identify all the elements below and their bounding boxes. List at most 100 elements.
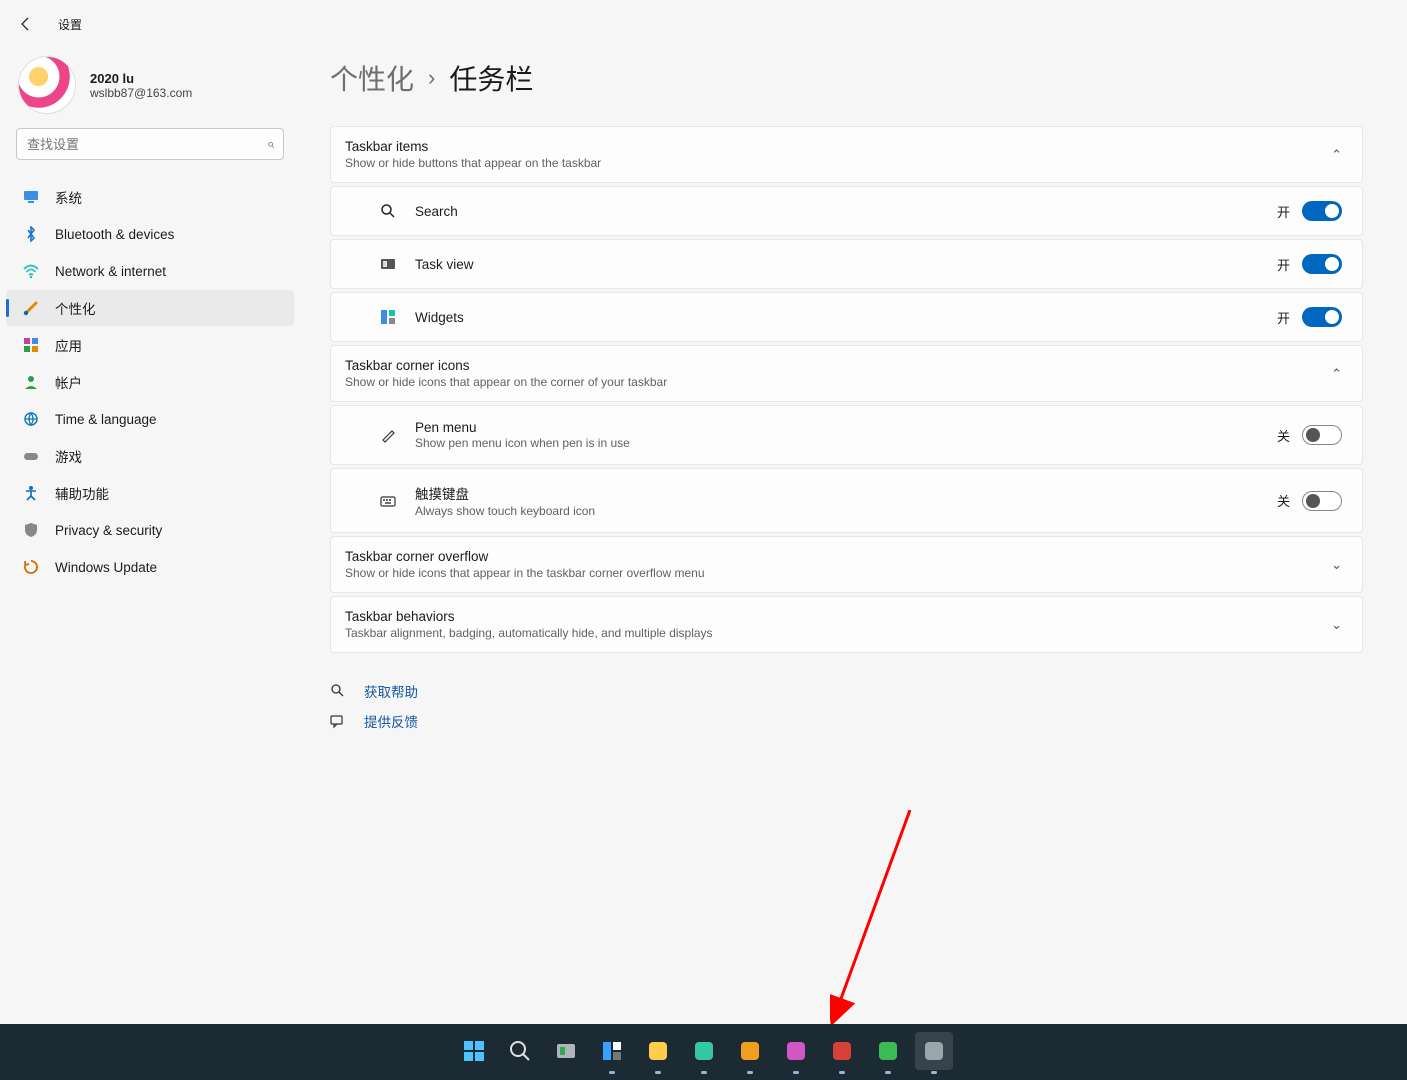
- pen-icon: [379, 426, 397, 444]
- setting-title: Pen menu: [415, 420, 630, 435]
- search-icon: [379, 202, 397, 220]
- monitor-icon: [22, 188, 40, 206]
- setting-row-pen: Pen menu Show pen menu icon when pen is …: [330, 405, 1363, 465]
- main-content: 个性化 › 任务栏 Taskbar items Show or hide but…: [300, 48, 1407, 1080]
- taskbar-items-rows: Search 开 Task view 开 Widgets: [330, 186, 1363, 342]
- taskbar-chrome[interactable]: [731, 1032, 769, 1070]
- taskbar-chrome-alt[interactable]: [869, 1032, 907, 1070]
- section-subtitle: Show or hide buttons that appear on the …: [345, 156, 601, 170]
- bluetooth-icon: [22, 225, 40, 243]
- toggle-pen[interactable]: [1302, 425, 1342, 445]
- breadcrumb-parent[interactable]: 个性化: [330, 58, 414, 98]
- toggle-state-label: 开: [1277, 255, 1290, 274]
- sidebar-item-time[interactable]: Time & language: [6, 401, 294, 437]
- accessibility-icon: [22, 484, 40, 502]
- chevron-up-icon: ⌃: [1331, 147, 1342, 163]
- section-behaviors-header[interactable]: Taskbar behaviors Taskbar alignment, bad…: [331, 597, 1362, 652]
- setting-title: Widgets: [415, 310, 464, 325]
- taskview-icon: [379, 255, 397, 273]
- feedback-icon: [330, 713, 348, 729]
- get-help-link[interactable]: 获取帮助: [330, 681, 1363, 701]
- person-icon: [22, 373, 40, 391]
- user-name: 2020 lu: [90, 71, 192, 86]
- setting-row-widgets: Widgets 开: [330, 292, 1363, 342]
- taskbar-paint[interactable]: [777, 1032, 815, 1070]
- setting-desc: Show pen menu icon when pen is in use: [415, 436, 630, 450]
- taskbar-file-explorer[interactable]: [639, 1032, 677, 1070]
- taskbar-app-red[interactable]: [823, 1032, 861, 1070]
- chevron-up-icon: ⌃: [1331, 366, 1342, 382]
- update-icon: [22, 558, 40, 576]
- avatar: [18, 56, 76, 114]
- section-overflow: Taskbar corner overflow Show or hide ico…: [330, 536, 1363, 593]
- setting-row-touch: 触摸键盘 Always show touch keyboard icon 关: [330, 468, 1363, 533]
- chevron-right-icon: ›: [428, 65, 435, 91]
- sidebar-item-accessibility[interactable]: 辅助功能: [6, 475, 294, 511]
- sidebar-item-update[interactable]: Windows Update: [6, 549, 294, 585]
- sidebar-item-network[interactable]: Network & internet: [6, 253, 294, 289]
- toggle-widgets[interactable]: [1302, 307, 1342, 327]
- widgets-icon: [379, 308, 397, 326]
- sidebar-item-label: 个性化: [55, 298, 96, 318]
- section-overflow-header[interactable]: Taskbar corner overflow Show or hide ico…: [331, 537, 1362, 592]
- section-subtitle: Show or hide icons that appear on the co…: [345, 375, 667, 389]
- sidebar-item-gaming[interactable]: 游戏: [6, 438, 294, 474]
- section-taskbar-items-header[interactable]: Taskbar items Show or hide buttons that …: [331, 127, 1362, 182]
- taskbar-settings[interactable]: [915, 1032, 953, 1070]
- sidebar-item-apps[interactable]: 应用: [6, 327, 294, 363]
- section-subtitle: Show or hide icons that appear in the ta…: [345, 566, 705, 580]
- give-feedback-link[interactable]: 提供反馈: [330, 711, 1363, 731]
- setting-title: 触摸键盘: [415, 483, 595, 503]
- sidebar-item-label: Windows Update: [55, 560, 157, 575]
- taskbar-taskview[interactable]: [547, 1032, 585, 1070]
- chevron-down-icon: ⌄: [1331, 557, 1342, 573]
- taskbar-start[interactable]: [455, 1032, 493, 1070]
- setting-row-taskview: Task view 开: [330, 239, 1363, 289]
- sidebar-item-label: 系统: [55, 187, 82, 207]
- toggle-state-label: 关: [1277, 491, 1290, 510]
- help-icon: [330, 683, 348, 699]
- toggle-state-label: 开: [1277, 202, 1290, 221]
- sidebar-item-label: 游戏: [55, 446, 82, 466]
- sidebar-item-system[interactable]: 系统: [6, 179, 294, 215]
- window-title: 设置: [58, 16, 82, 33]
- sidebar-item-personalization[interactable]: 个性化: [6, 290, 294, 326]
- taskbar-widgets[interactable]: [593, 1032, 631, 1070]
- sidebar-item-label: 应用: [55, 335, 82, 355]
- search-icon: ⌕: [267, 136, 274, 152]
- sidebar-item-label: Network & internet: [55, 264, 166, 279]
- section-corner-icons-header[interactable]: Taskbar corner icons Show or hide icons …: [331, 346, 1362, 401]
- keyboard-icon: [379, 492, 397, 510]
- brush-icon: [22, 299, 40, 317]
- sidebar-item-privacy[interactable]: Privacy & security: [6, 512, 294, 548]
- section-taskbar-items: Taskbar items Show or hide buttons that …: [330, 126, 1363, 183]
- sidebar-item-bluetooth[interactable]: Bluetooth & devices: [6, 216, 294, 252]
- setting-title: Task view: [415, 257, 474, 272]
- nav-list: 系统 Bluetooth & devices Network & interne…: [0, 172, 300, 585]
- section-corner-icons: Taskbar corner icons Show or hide icons …: [330, 345, 1363, 402]
- toggle-taskview[interactable]: [1302, 254, 1342, 274]
- section-behaviors: Taskbar behaviors Taskbar alignment, bad…: [330, 596, 1363, 653]
- user-profile[interactable]: 2020 lu wslbb87@163.com: [0, 48, 300, 128]
- gamepad-icon: [22, 447, 40, 465]
- taskbar-search[interactable]: [501, 1032, 539, 1070]
- sidebar-item-label: Time & language: [55, 412, 157, 427]
- toggle-state-label: 开: [1277, 308, 1290, 327]
- link-label: 获取帮助: [364, 681, 418, 701]
- globe-icon: [22, 410, 40, 428]
- breadcrumb-current: 任务栏: [449, 58, 533, 98]
- sidebar-item-accounts[interactable]: 帐户: [6, 364, 294, 400]
- chevron-down-icon: ⌄: [1331, 617, 1342, 633]
- back-button[interactable]: [14, 12, 38, 36]
- shield-icon: [22, 521, 40, 539]
- search-input[interactable]: [16, 128, 284, 160]
- toggle-touch[interactable]: [1302, 491, 1342, 511]
- toggle-search[interactable]: [1302, 201, 1342, 221]
- section-title: Taskbar corner icons: [345, 358, 667, 373]
- taskbar: [0, 1024, 1407, 1080]
- sidebar-item-label: Bluetooth & devices: [55, 227, 174, 242]
- link-label: 提供反馈: [364, 711, 418, 731]
- wifi-icon: [22, 262, 40, 280]
- taskbar-edge[interactable]: [685, 1032, 723, 1070]
- sidebar-item-label: 辅助功能: [55, 483, 109, 503]
